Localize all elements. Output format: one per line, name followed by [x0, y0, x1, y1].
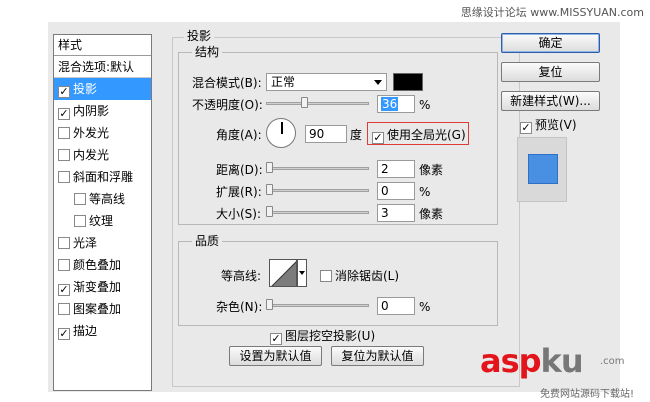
reset-default-button[interactable]: 复位为默认值 — [331, 346, 424, 366]
distance-unit: 像素 — [419, 163, 444, 177]
noise-slider-track[interactable] — [266, 304, 369, 307]
size-input[interactable]: 3 — [377, 204, 415, 222]
distance-input[interactable]: 2 — [377, 160, 415, 178]
checkbox[interactable]: ✓ — [520, 122, 532, 134]
quality-title: 品质 — [192, 234, 223, 248]
checkbox[interactable]: ✓ — [270, 333, 282, 345]
style-item-inner-shadow[interactable]: ✓ 内阴影 — [54, 100, 151, 122]
preview-swatch — [528, 154, 558, 184]
spread-slider-track[interactable] — [266, 189, 369, 192]
chevron-down-icon — [374, 80, 382, 85]
contour-picker[interactable] — [269, 259, 297, 287]
checkbox[interactable] — [74, 193, 86, 205]
layer-style-dialog: 样式 混合选项:默认 ✓ 投影 ✓ 内阴影 外发光 内发光 斜面和浮雕 等高线 纹理… — [48, 22, 620, 392]
global-light-checkbox[interactable]: ✓ 使用全局光(G) — [372, 127, 466, 144]
angle-dial[interactable] — [266, 118, 296, 148]
checkbox[interactable] — [58, 171, 70, 183]
size-unit: 像素 — [419, 207, 444, 221]
spread-unit: % — [419, 185, 431, 199]
checkbox[interactable] — [58, 303, 70, 315]
style-item-bevel-emboss[interactable]: 斜面和浮雕 — [54, 166, 151, 188]
blend-mode-select[interactable]: 正常 — [266, 73, 387, 91]
watermark-text: 思缘设计论坛 www.MISSYUAN.com — [460, 6, 644, 19]
style-item-texture[interactable]: 纹理 — [54, 210, 151, 232]
style-item-inner-glow[interactable]: 内发光 — [54, 144, 151, 166]
checkbox[interactable]: ✓ — [58, 108, 70, 120]
style-item-contour[interactable]: 等高线 — [54, 188, 151, 210]
knockout-checkbox[interactable]: ✓ 图层挖空投影(U) — [270, 328, 375, 345]
blend-mode-label: 混合模式(B): — [192, 76, 262, 90]
opacity-unit: % — [419, 98, 431, 112]
style-list-header[interactable]: 样式 — [54, 35, 151, 56]
noise-label: 杂色(N): — [216, 300, 263, 314]
drop-shadow-title: 投影 — [184, 29, 215, 43]
checkbox[interactable] — [320, 270, 332, 282]
style-preview — [517, 137, 567, 202]
checkbox[interactable]: ✓ — [58, 328, 70, 340]
distance-label: 距离(D): — [216, 163, 263, 177]
ok-button[interactable]: 确定 — [501, 33, 600, 53]
angle-unit: 度 — [350, 128, 363, 142]
angle-label: 角度(A): — [216, 128, 262, 142]
style-item-color-overlay[interactable]: 颜色叠加 — [54, 254, 151, 276]
spread-input[interactable]: 0 — [377, 182, 415, 200]
chevron-down-icon — [299, 271, 305, 275]
size-label: 大小(S): — [216, 207, 262, 221]
style-list: 样式 混合选项:默认 ✓ 投影 ✓ 内阴影 外发光 内发光 斜面和浮雕 等高线 纹理… — [53, 34, 152, 391]
set-default-button[interactable]: 设置为默认值 — [229, 346, 322, 366]
size-slider-thumb[interactable] — [266, 206, 273, 217]
checkbox[interactable] — [58, 237, 70, 249]
checkbox[interactable] — [58, 127, 70, 139]
aspku-logo: aspku .com 免费网站源码下载站! — [480, 342, 635, 400]
checkbox[interactable] — [74, 215, 86, 227]
contour-label: 等高线: — [221, 269, 262, 283]
style-item-satin[interactable]: 光泽 — [54, 232, 151, 254]
opacity-slider-thumb[interactable] — [301, 97, 308, 108]
size-slider-track[interactable] — [266, 211, 369, 214]
shadow-color-swatch[interactable] — [393, 73, 423, 91]
new-style-button[interactable]: 新建样式(W)... — [501, 91, 600, 111]
angle-dial-hand — [281, 122, 283, 134]
noise-slider-thumb[interactable] — [266, 299, 273, 310]
checkbox[interactable]: ✓ — [372, 132, 384, 144]
contour-curve-icon — [271, 261, 296, 286]
structure-title: 结构 — [192, 45, 223, 59]
distance-slider-track[interactable] — [266, 167, 369, 170]
checkbox[interactable] — [58, 259, 70, 271]
style-item-pattern-overlay[interactable]: 图案叠加 — [54, 298, 151, 320]
spread-label: 扩展(R): — [216, 185, 262, 199]
contour-dropdown[interactable] — [297, 259, 307, 287]
opacity-slider-track[interactable] — [266, 102, 369, 105]
checkbox[interactable]: ✓ — [58, 86, 70, 98]
angle-input[interactable]: 90 — [305, 125, 347, 143]
style-item-outer-glow[interactable]: 外发光 — [54, 122, 151, 144]
checkbox[interactable] — [58, 149, 70, 161]
style-item-drop-shadow[interactable]: ✓ 投影 — [54, 78, 151, 100]
style-item-gradient-overlay[interactable]: ✓ 渐变叠加 — [54, 276, 151, 298]
distance-slider-thumb[interactable] — [266, 162, 273, 173]
preview-checkbox[interactable]: ✓ 预览(V) — [520, 117, 577, 134]
reset-button[interactable]: 复位 — [501, 62, 600, 82]
spread-slider-thumb[interactable] — [266, 184, 273, 195]
noise-input[interactable]: 0 — [377, 297, 415, 315]
noise-unit: % — [419, 300, 431, 314]
style-item-stroke[interactable]: ✓ 描边 — [54, 320, 151, 342]
checkbox[interactable]: ✓ — [58, 284, 70, 296]
opacity-label: 不透明度(O): — [192, 98, 263, 112]
blend-options-item[interactable]: 混合选项:默认 — [54, 56, 151, 78]
opacity-input[interactable]: 36 — [377, 95, 415, 113]
anti-alias-checkbox[interactable]: 消除锯齿(L) — [320, 268, 399, 284]
